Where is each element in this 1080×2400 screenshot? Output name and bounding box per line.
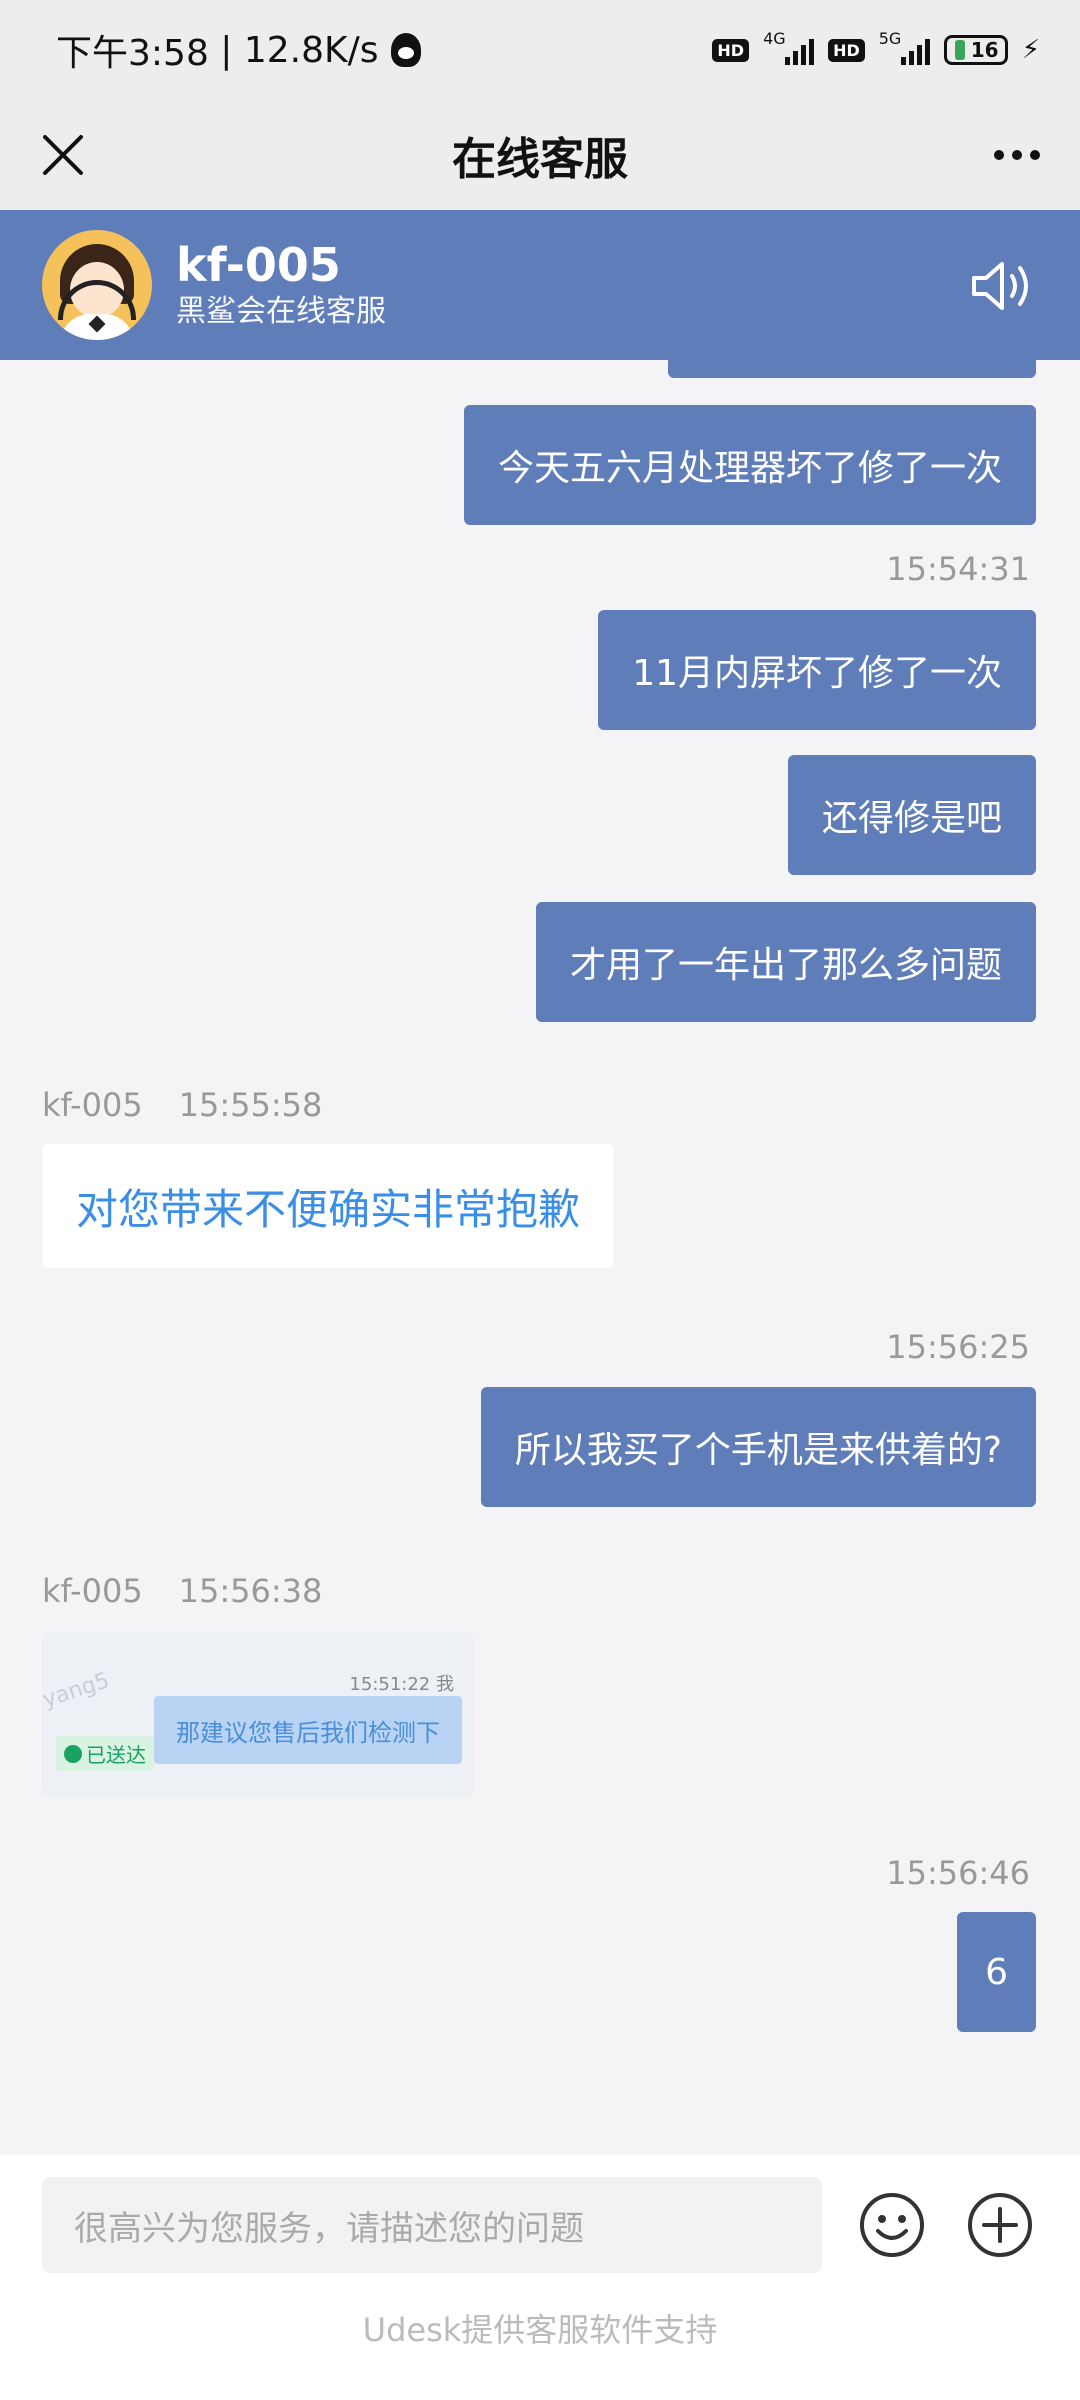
message-out: 今天五六月处理器坏了修了一次 [463,405,1036,525]
message-time: 15:55:58 [178,1086,323,1124]
message-out: 还得修是吧 [787,755,1036,875]
hd-badge-1: HD [712,38,750,62]
nav-bar: 在线客服 [0,100,1080,210]
partial-message-bubble [668,360,1036,378]
charging-icon: ⚡ [1021,35,1040,65]
battery-icon: 16 [943,35,1008,65]
status-left: 下午3:58 | 12.8K/s [56,24,421,76]
message-out: 所以我买了个手机是来供着的? [480,1387,1036,1507]
image-watermark: yang5 [42,1668,113,1713]
chat-area[interactable]: 今天五六月处理器坏了修了一次 15:54:31 11月内屏坏了修了一次 还得修是… [0,360,1080,2155]
speaker-icon[interactable] [970,258,1036,314]
timestamp: 15:56:46 [886,1854,1030,1892]
add-icon[interactable] [966,2191,1034,2259]
agent-message-meta: kf-005 15:56:38 [42,1572,322,1610]
qq-icon [390,33,421,67]
status-separator: | [208,29,244,71]
agent-message-meta: kf-005 15:55:58 [42,1086,322,1124]
sender-name: kf-005 [42,1572,143,1610]
check-icon [64,1744,82,1763]
message-out: 6 [957,1912,1036,2032]
network-type-1: 4G [763,29,786,48]
network-speed: 12.8K/s [243,29,379,71]
message-out: 11月内屏坏了修了一次 [598,610,1036,730]
input-area: 很高兴为您服务，请描述您的问题 Udesk提供客服软件支持 [0,2155,1080,2400]
status-bar: 下午3:58 | 12.8K/s HD 4G HD 5G 16 ⚡ [0,0,1080,100]
agent-avatar [42,230,152,340]
status-time: 下午3:58 [56,33,209,74]
image-inner-bubble: 那建议您售后我们检测下 [154,1696,462,1764]
message-in: 对您带来不便确实非常抱歉 [42,1144,615,1268]
message-time: 15:56:38 [178,1572,323,1610]
page-title: 在线客服 [452,134,628,185]
agent-info: kf-005 黑鲨会在线客服 [176,238,386,332]
message-input[interactable]: 很高兴为您服务，请描述您的问题 [42,2177,822,2273]
image-timestamp: 15:51:22 我 [349,1674,454,1695]
emoji-icon[interactable] [858,2191,926,2259]
signal-icon-1: 4G [763,29,815,65]
more-icon[interactable] [984,122,1050,188]
image-message[interactable]: yang5 15:51:22 我 那建议您售后我们检测下 已送达 [42,1632,474,1796]
agent-subtitle: 黑鲨会在线客服 [176,294,386,329]
timestamp: 15:56:25 [886,1328,1030,1366]
sender-name: kf-005 [42,1086,143,1124]
hd-badge-2: HD [828,38,865,62]
signal-icon-2: 5G [879,29,930,65]
agent-name: kf-005 [176,238,341,292]
image-sent-badge: 已送达 [56,1736,154,1771]
powered-by-footer: Udesk提供客服软件支持 [362,2311,718,2349]
battery-percent: 16 [970,38,999,62]
timestamp: 15:54:31 [886,550,1030,588]
sent-label: 已送达 [86,1743,146,1767]
message-out: 才用了一年出了那么多问题 [535,902,1036,1022]
status-right: HD 4G HD 5G 16 ⚡ [712,29,1040,65]
network-type-2: 5G [878,29,902,48]
agent-header: kf-005 黑鲨会在线客服 [0,210,1080,360]
battery-level [954,40,965,60]
close-icon[interactable] [30,122,96,188]
